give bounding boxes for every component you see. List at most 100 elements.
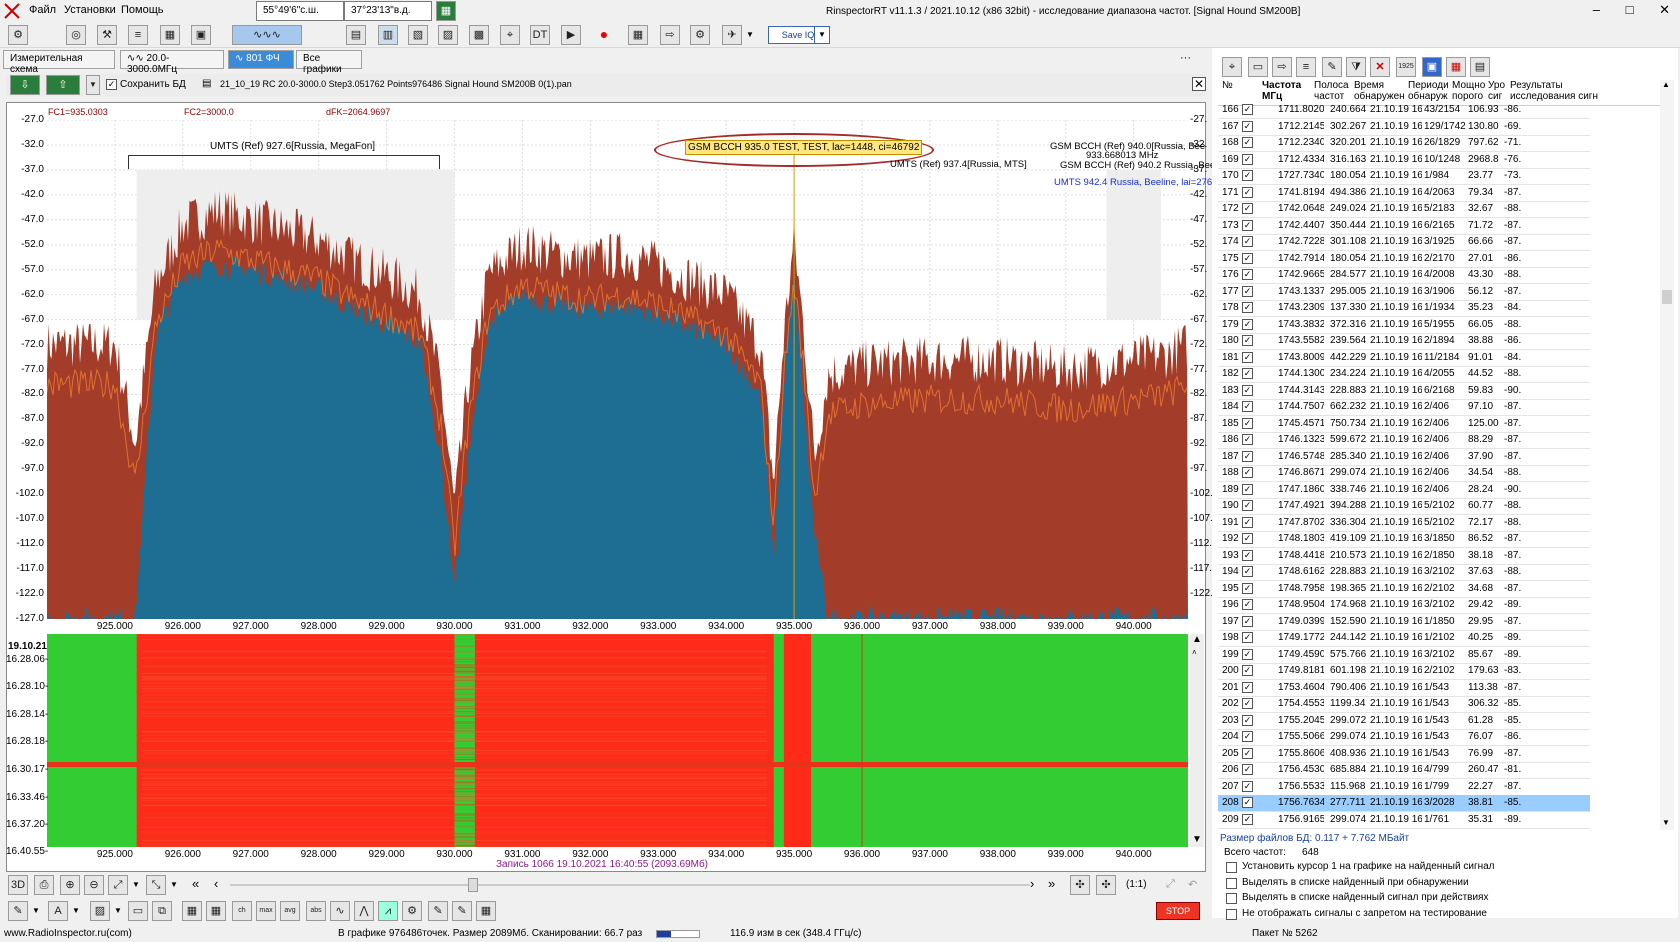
chevron-down-icon[interactable]: ▼ bbox=[170, 880, 178, 889]
row-checkbox[interactable]: ✓ bbox=[1242, 450, 1253, 462]
row-checkbox[interactable]: ✓ bbox=[1242, 236, 1253, 247]
table-row[interactable]: 177 1743.1337 295.005 21.10.19 16 3/1906 56.1… bbox=[1218, 284, 1590, 301]
table-row[interactable]: 191 1747.8702 336.304 21.10.19 16 5/2102 72.1… bbox=[1218, 515, 1590, 532]
table-row[interactable]: 187 1746.5748 285.340 21.10.19 16 2/406 37.90… bbox=[1218, 449, 1590, 466]
db-icon[interactable]: ▦ bbox=[1446, 57, 1466, 77]
table-row[interactable]: 201 1753.4604 790.406 21.10.19 16 1/543 113.3… bbox=[1218, 680, 1590, 697]
devices-icon[interactable]: ◎ bbox=[66, 25, 86, 45]
chevron-down-icon[interactable]: ▼ bbox=[132, 880, 140, 889]
row-checkbox[interactable]: ✓ bbox=[1242, 632, 1253, 643]
row-checkbox[interactable]: ✓ bbox=[1242, 764, 1253, 775]
table-row[interactable]: 182 1744.1300 234.224 21.10.19 16 4/2055 44.5… bbox=[1218, 366, 1590, 383]
tool-icon[interactable]: ⚒ bbox=[97, 25, 117, 45]
db-icon[interactable]: ▦ bbox=[476, 901, 496, 921]
table-row[interactable]: 203 1755.2045 299.072 21.10.19 16 1/543 61.28… bbox=[1218, 713, 1590, 730]
save-db-checkbox[interactable]: ✓ bbox=[106, 79, 117, 90]
save-iq-dropdown-icon[interactable]: ▼ bbox=[814, 26, 830, 44]
folder-icon[interactable]: ▭ bbox=[1248, 57, 1268, 77]
table-row[interactable]: 174 1742.7228 301.108 21.10.19 16 3/1925 66.6… bbox=[1218, 234, 1590, 251]
delete-icon[interactable]: ✕ bbox=[1370, 57, 1390, 77]
col-power[interactable]: Мощно порого bbox=[1452, 80, 1485, 102]
row-checkbox[interactable]: ✓ bbox=[1242, 467, 1253, 478]
record-icon[interactable]: ● bbox=[594, 25, 614, 45]
site-link[interactable]: www.RadioInspector.ru(com) bbox=[4, 928, 132, 939]
row-checkbox[interactable]: ✓ bbox=[1242, 533, 1253, 544]
map-icon[interactable]: ▦ bbox=[436, 1, 456, 21]
waterfall-chart[interactable] bbox=[47, 634, 1188, 847]
zoom-in-icon[interactable]: ⊕ bbox=[60, 875, 80, 895]
antenna-icon[interactable]: ⌖ bbox=[1222, 57, 1242, 77]
row-checkbox[interactable]: ✓ bbox=[1242, 384, 1253, 396]
scroll-up-icon[interactable]: ˄ bbox=[1192, 648, 1197, 657]
row-checkbox[interactable]: ✓ bbox=[1242, 170, 1253, 181]
chevron-down-icon[interactable]: ▼ bbox=[86, 75, 100, 95]
table-row[interactable]: 204 1755.5066 299.074 21.10.19 16 1/543 76.07… bbox=[1218, 729, 1590, 746]
chevron-down-icon[interactable]: ▼ bbox=[72, 906, 80, 915]
spectrum-chart[interactable] bbox=[47, 120, 1188, 619]
table-row[interactable]: 188 1746.8671 299.074 21.10.19 16 2/406 34.54… bbox=[1218, 465, 1590, 482]
table-row[interactable]: 172 1742.0648 249.024 21.10.19 16 5/2183 32.6… bbox=[1218, 201, 1590, 218]
table-row[interactable]: 176 1742.9665 284.577 21.10.19 16 4/2008 43.3… bbox=[1218, 267, 1590, 284]
edit-icon[interactable]: ✎ bbox=[1322, 57, 1342, 77]
row-checkbox[interactable]: ✓ bbox=[1242, 269, 1253, 280]
table-row[interactable]: 194 1748.6162 228.883 21.10.19 16 3/2102 37.6… bbox=[1218, 564, 1590, 581]
row-checkbox[interactable]: ✓ bbox=[1242, 285, 1253, 297]
table-row[interactable]: 195 1748.7958 198.365 21.10.19 16 2/2102 34.6… bbox=[1218, 581, 1590, 598]
scroll-thumb[interactable] bbox=[468, 878, 478, 892]
row-checkbox[interactable]: ✓ bbox=[1242, 582, 1253, 594]
row-checkbox[interactable]: ✓ bbox=[1242, 401, 1253, 412]
meas-icon[interactable]: ▦ bbox=[182, 901, 202, 921]
pattern-icon[interactable]: ▦ bbox=[628, 25, 648, 45]
row-checkbox[interactable]: ✓ bbox=[1242, 566, 1253, 577]
row-checkbox[interactable]: ✓ bbox=[1242, 186, 1253, 198]
chart-icon[interactable]: ▨ bbox=[438, 25, 458, 45]
table-row[interactable]: 198 1749.1772 244.142 21.10.19 16 1/2102 40.2… bbox=[1218, 630, 1590, 647]
row-checkbox[interactable]: ✓ bbox=[1242, 153, 1253, 165]
export-icon[interactable]: ⇨ bbox=[1272, 57, 1292, 77]
copy-icon[interactable]: ⧉ bbox=[152, 901, 172, 921]
row-checkbox[interactable]: ✓ bbox=[1242, 203, 1253, 214]
table-icon[interactable]: ▤ bbox=[346, 25, 366, 45]
option-checkbox[interactable] bbox=[1226, 877, 1237, 889]
graph-icon[interactable]: ▨ bbox=[90, 901, 110, 921]
wave-icon[interactable]: ∿ bbox=[330, 901, 350, 921]
scroll-left-icon[interactable]: ‹ bbox=[214, 876, 218, 891]
row-checkbox[interactable]: ✓ bbox=[1242, 648, 1253, 660]
row-checkbox[interactable]: ✓ bbox=[1242, 351, 1253, 363]
export-icon[interactable]: ⇨ bbox=[660, 25, 680, 45]
table-row[interactable]: 179 1743.3832 372.316 21.10.19 16 5/1955 66.0… bbox=[1218, 317, 1590, 334]
row-checkbox[interactable]: ✓ bbox=[1242, 417, 1253, 429]
grid-icon[interactable]: ▦ bbox=[160, 25, 180, 45]
row-checkbox[interactable]: ✓ bbox=[1242, 615, 1253, 627]
peak-icon[interactable]: ⋀ bbox=[354, 901, 374, 921]
maximize-icon[interactable]: □ bbox=[1626, 2, 1634, 17]
fit-icon[interactable]: ⤢ bbox=[108, 875, 128, 895]
gear-icon[interactable]: ⚙ bbox=[402, 901, 422, 921]
skip-back-icon[interactable]: « bbox=[192, 876, 199, 891]
table-row[interactable]: 185 1745.4571 750.734 21.10.19 16 2/406 125.0… bbox=[1218, 416, 1590, 433]
max-icon[interactable]: max bbox=[256, 901, 276, 921]
table-row[interactable]: 170 1727.7340 180.054 21.10.19 16 1/984 23.77… bbox=[1218, 168, 1590, 185]
satellite-icon[interactable]: ✈ bbox=[722, 25, 742, 45]
pen-icon[interactable]: ✎ bbox=[8, 901, 28, 921]
chevron-down-icon[interactable]: ▼ bbox=[114, 906, 122, 915]
table-row[interactable]: 180 1743.5582 239.564 21.10.19 16 2/1894 38.8… bbox=[1218, 333, 1590, 350]
table-row[interactable]: 181 1743.8009 442.229 21.10.19 16 11/2184 91.… bbox=[1218, 350, 1590, 367]
sync-icon[interactable]: ✣ bbox=[1070, 875, 1090, 895]
stop-button[interactable]: STOP bbox=[1156, 902, 1200, 920]
tab-measure-scheme[interactable]: Измерительная схема bbox=[3, 50, 115, 75]
scroll-thumb[interactable] bbox=[1662, 290, 1672, 304]
row-checkbox[interactable]: ✓ bbox=[1242, 714, 1253, 726]
table-row[interactable]: 205 1755.8606 408.936 21.10.19 16 1/543 76.99… bbox=[1218, 746, 1590, 763]
row-checkbox[interactable]: ✓ bbox=[1242, 302, 1253, 313]
table-row[interactable]: 183 1744.3143 228.883 21.10.19 16 6/2168 59.8… bbox=[1218, 383, 1590, 400]
table-row[interactable]: 200 1749.8181 601.198 21.10.19 16 2/2102 179.… bbox=[1218, 663, 1590, 680]
image-icon[interactable]: ▩ bbox=[469, 25, 489, 45]
col-level[interactable]: Уро сиг bbox=[1488, 80, 1508, 102]
waterfall-scrollbar[interactable]: ▲ ˄ ▼ bbox=[1190, 634, 1204, 847]
row-checkbox[interactable]: ✓ bbox=[1242, 516, 1253, 528]
option-checkbox[interactable] bbox=[1226, 862, 1237, 873]
menu-help[interactable]: Помощь bbox=[121, 4, 164, 16]
row-checkbox[interactable]: ✓ bbox=[1242, 252, 1253, 264]
zoom-out-icon[interactable]: ⊖ bbox=[84, 875, 104, 895]
